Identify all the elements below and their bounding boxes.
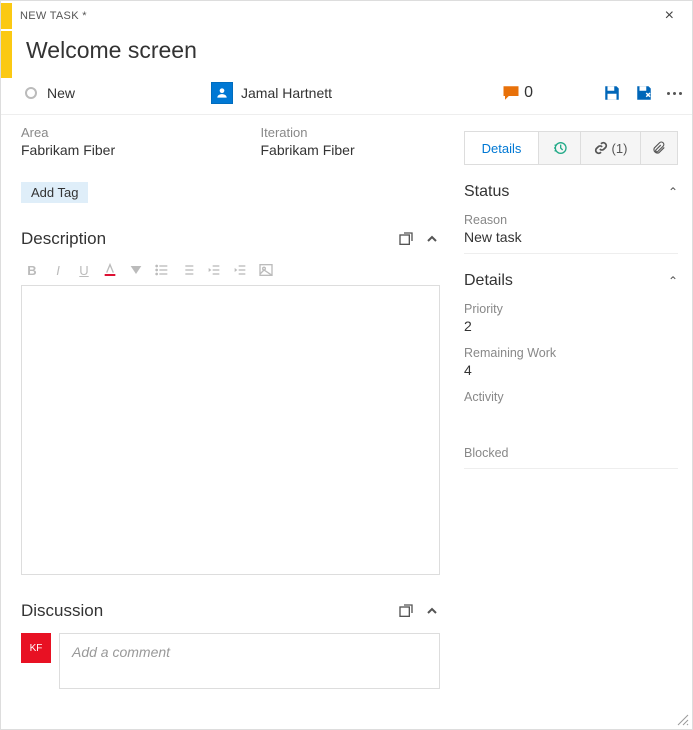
discussion-input-row: KF Add a comment [21, 633, 440, 689]
rich-text-toolbar: B I U [21, 259, 440, 281]
remaining-work-label: Remaining Work [464, 346, 678, 360]
indent-icon[interactable] [231, 261, 249, 279]
classification-row: Area Fabrikam Fiber Iteration Fabrikam F… [21, 125, 440, 158]
tab-links[interactable]: (1) [581, 132, 641, 164]
state-dot-icon [25, 87, 37, 99]
info-bar: New Jamal Hartnett 0 [1, 78, 692, 115]
side-tabs: Details (1) [464, 131, 678, 165]
save-close-icon[interactable] [635, 84, 653, 102]
chevron-up-icon[interactable] [424, 231, 440, 247]
activity-value[interactable] [464, 406, 678, 422]
comment-input[interactable]: Add a comment [59, 633, 440, 689]
italic-icon[interactable]: I [49, 261, 67, 279]
discussion-header: Discussion [21, 601, 440, 621]
details-title-text: Details [464, 272, 513, 290]
window-header: NEW TASK * × [1, 1, 692, 31]
save-icon[interactable] [603, 84, 621, 102]
iteration-label: Iteration [261, 125, 441, 140]
current-user-badge: KF [21, 633, 51, 663]
priority-label: Priority [464, 302, 678, 316]
details-panel: Details ⌃ Priority 2 Remaining Work 4 Ac… [464, 272, 678, 469]
more-actions-button[interactable] [667, 92, 682, 95]
comment-count-value: 0 [524, 84, 533, 102]
tab-history[interactable] [539, 132, 581, 164]
chevron-up-icon[interactable] [424, 603, 440, 619]
assignee-name: Jamal Hartnett [241, 85, 332, 101]
actions-toolbar [603, 84, 692, 102]
body: Area Fabrikam Fiber Iteration Fabrikam F… [1, 115, 692, 689]
reason-value[interactable]: New task [464, 229, 678, 245]
chevron-up-icon[interactable]: ⌃ [668, 274, 678, 288]
remaining-work-value[interactable]: 4 [464, 362, 678, 378]
history-icon [552, 140, 568, 156]
maximize-icon[interactable] [398, 603, 414, 619]
bold-icon[interactable]: B [23, 261, 41, 279]
side-column: Details (1) Status ⌃ Reason New task Det… [464, 125, 678, 689]
close-button[interactable]: × [657, 3, 682, 29]
clear-format-icon[interactable] [127, 261, 145, 279]
work-item-type-label: NEW TASK * [12, 6, 95, 26]
underline-icon[interactable]: U [75, 261, 93, 279]
area-value: Fabrikam Fiber [21, 142, 201, 158]
description-title: Description [21, 229, 106, 249]
work-item-color-accent [1, 31, 12, 78]
state-picker[interactable]: New [1, 85, 201, 101]
discussion-title: Discussion [21, 601, 103, 621]
comment-icon [502, 84, 520, 102]
number-list-icon[interactable] [179, 261, 197, 279]
title-row: Welcome screen [1, 31, 692, 78]
resize-handle-icon[interactable] [676, 713, 690, 727]
font-color-icon[interactable] [101, 261, 119, 279]
tab-details[interactable]: Details [465, 132, 539, 164]
chevron-up-icon[interactable]: ⌃ [668, 185, 678, 199]
avatar-icon [211, 82, 233, 104]
state-value: New [47, 85, 75, 101]
reason-label: Reason [464, 213, 678, 227]
tab-attachments[interactable] [641, 132, 677, 164]
comments-count[interactable]: 0 [502, 84, 533, 102]
iteration-value: Fabrikam Fiber [261, 142, 441, 158]
link-icon [594, 141, 608, 155]
work-item-title[interactable]: Welcome screen [12, 31, 211, 78]
add-tag-button[interactable]: Add Tag [21, 182, 88, 203]
area-label: Area [21, 125, 201, 140]
iteration-field[interactable]: Iteration Fabrikam Fiber [261, 125, 441, 158]
priority-value[interactable]: 2 [464, 318, 678, 334]
area-field[interactable]: Area Fabrikam Fiber [21, 125, 201, 158]
links-count: (1) [612, 141, 628, 156]
status-panel: Status ⌃ Reason New task [464, 183, 678, 254]
outdent-icon[interactable] [205, 261, 223, 279]
bullet-list-icon[interactable] [153, 261, 171, 279]
assignee-picker[interactable]: Jamal Hartnett [211, 82, 451, 104]
work-item-color-accent [1, 3, 12, 29]
description-header: Description [21, 229, 440, 249]
blocked-label: Blocked [464, 446, 678, 460]
description-editor[interactable] [21, 285, 440, 575]
image-icon[interactable] [257, 261, 275, 279]
details-panel-title: Details ⌃ [464, 272, 678, 290]
maximize-icon[interactable] [398, 231, 414, 247]
status-panel-title: Status ⌃ [464, 183, 678, 201]
activity-label: Activity [464, 390, 678, 404]
status-title-text: Status [464, 183, 509, 201]
attachment-icon [652, 141, 666, 155]
main-column: Area Fabrikam Fiber Iteration Fabrikam F… [21, 125, 440, 689]
